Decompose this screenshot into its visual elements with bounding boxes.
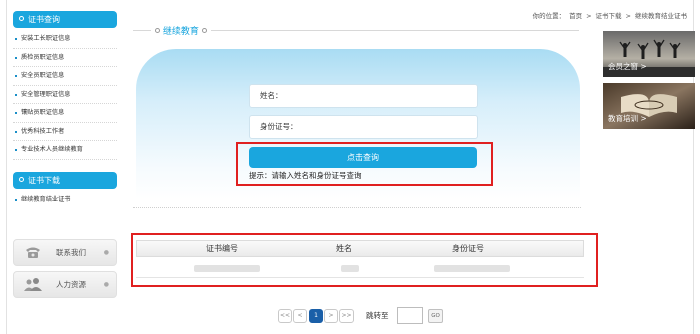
- section-title: 证书下载: [28, 175, 60, 185]
- cert-query-list: 安装工长职证信息 质检员职证信息 安全员职证信息 安全管理职证信息 镶贴员职证信…: [13, 30, 117, 160]
- next-page-button[interactable]: >: [324, 309, 338, 323]
- circle-icon: [155, 28, 160, 33]
- first-page-button[interactable]: <<: [278, 309, 292, 323]
- id-number-field[interactable]: 身份证号：: [249, 115, 478, 139]
- people-icon: [24, 278, 42, 291]
- breadcrumb: 你的位置： 首页 > 证书下载 > 继续教育结业证书: [531, 10, 689, 20]
- section-header-cert-query[interactable]: 证书查询: [13, 11, 117, 28]
- breadcrumb-prefix: 你的位置：: [532, 12, 566, 20]
- breadcrumb-separator: >: [586, 12, 592, 20]
- sidebar-item[interactable]: 优秀科技工作者: [13, 123, 117, 141]
- arrow-icon: ●: [103, 281, 109, 288]
- page-1-button[interactable]: 1: [309, 309, 323, 323]
- breadcrumb-home-link[interactable]: 首页: [569, 12, 582, 20]
- prev-page-button[interactable]: <: [293, 309, 307, 323]
- go-button[interactable]: GO: [428, 309, 443, 323]
- circle-icon: [19, 176, 24, 182]
- cert-download-list: 继续教育结业证书: [13, 191, 117, 210]
- sidebar-item[interactable]: 质检员职证信息: [13, 49, 117, 67]
- arrow-icon: ●: [103, 249, 109, 256]
- page-title: 继续教育: [151, 24, 211, 37]
- page-title-bar: 继续教育: [133, 22, 579, 38]
- member-banner-label: 会员之窗 >: [608, 62, 647, 71]
- highlight-box-query: [236, 142, 493, 186]
- sidebar-item[interactable]: 继续教育结业证书: [13, 191, 117, 210]
- breadcrumb-current: 继续教育结业证书: [635, 12, 687, 20]
- hr-label: 人力资源: [56, 280, 86, 289]
- phone-icon: [26, 247, 40, 258]
- id-label: 身份证号：: [260, 122, 298, 131]
- page-title-text: 继续教育: [162, 27, 199, 37]
- sidebar-item[interactable]: 安装工长职证信息: [13, 30, 117, 49]
- section-header-cert-download[interactable]: 证书下载: [13, 171, 117, 189]
- sidebar-item[interactable]: 专业技术人员继续教育: [13, 141, 117, 160]
- contact-us-button[interactable]: 联系我们 ●: [13, 239, 117, 266]
- sidebar-item[interactable]: 镶贴员职证信息: [13, 104, 117, 123]
- circle-icon: [19, 16, 24, 21]
- human-resources-button[interactable]: 人力资源 ●: [13, 271, 117, 298]
- highlight-box-results: [131, 233, 598, 287]
- breadcrumb-section-link[interactable]: 证书下载: [596, 12, 622, 20]
- education-training-banner[interactable]: 教育培训 >: [603, 83, 695, 129]
- member-window-banner[interactable]: 会员之窗 >: [603, 31, 695, 77]
- training-banner-label: 教育培训 >: [608, 114, 647, 123]
- sidebar-item[interactable]: 安全管理职证信息: [13, 86, 117, 104]
- sidebar-item[interactable]: 安全员职证信息: [13, 67, 117, 86]
- name-label: 姓名：: [260, 91, 283, 100]
- contact-label: 联系我们: [56, 248, 86, 257]
- jump-label: 跳转至: [366, 311, 389, 320]
- circle-icon: [201, 28, 207, 33]
- divider: [133, 207, 581, 208]
- left-sidebar: 证书查询 安装工长职证信息 质检员职证信息 安全员职证信息 安全管理职证信息 镶…: [13, 11, 117, 209]
- section-title: 证书查询: [28, 15, 60, 24]
- breadcrumb-separator: >: [625, 12, 631, 20]
- name-field[interactable]: 姓名：: [249, 84, 478, 108]
- last-page-button[interactable]: >>: [339, 309, 354, 323]
- jump-page-input[interactable]: [397, 307, 423, 324]
